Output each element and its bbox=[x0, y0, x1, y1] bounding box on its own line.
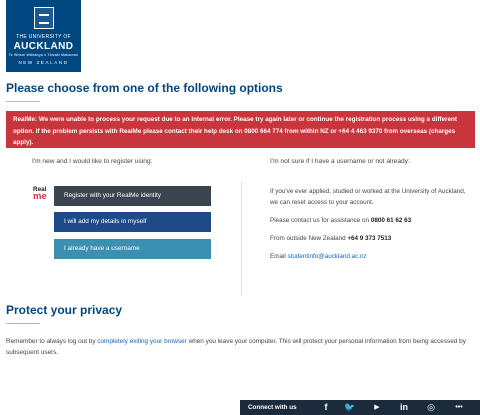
instagram-icon[interactable]: ◎ bbox=[424, 401, 438, 414]
twitter-icon[interactable]: 🐦 bbox=[343, 401, 357, 414]
contact-phone-number: 0800 61 62 63 bbox=[370, 217, 412, 224]
register-manual-button[interactable]: I will add my details in myself bbox=[54, 212, 211, 232]
contact-phone-text: Please contact us for assistance on 0800… bbox=[270, 215, 475, 226]
page-title: Please choose from one of the following … bbox=[6, 81, 283, 95]
column-divider bbox=[241, 181, 242, 296]
email-prefix: Email bbox=[270, 253, 288, 260]
realme-logo-bottom: me bbox=[33, 191, 47, 202]
error-banner: RealMe: We were unable to process your r… bbox=[6, 111, 475, 148]
privacy-text: Remember to always log out by completely… bbox=[6, 336, 476, 358]
realme-logo: Real me bbox=[33, 186, 50, 202]
privacy-heading: Protect your privacy bbox=[6, 303, 123, 317]
youtube-icon[interactable]: ▶ bbox=[370, 401, 384, 414]
footer-bar: Connect with us f 🐦 ▶ in ◎ ••• bbox=[240, 400, 480, 415]
flickr-icon[interactable]: ••• bbox=[452, 401, 466, 414]
exit-browser-link[interactable]: completely exiting your browser bbox=[97, 338, 187, 345]
contact-phone-prefix: Please contact us for assistance on bbox=[270, 217, 371, 224]
overseas-phone-text: From outside New Zealand +64 9 373 7513 bbox=[270, 233, 475, 244]
email-text: Email studentinfo@auckland.ac.nz bbox=[270, 251, 475, 262]
overseas-phone-prefix: From outside New Zealand bbox=[270, 235, 348, 242]
facebook-icon[interactable]: f bbox=[319, 401, 333, 414]
connect-label: Connect with us bbox=[248, 404, 297, 411]
overseas-phone-number: +64 9 373 7513 bbox=[347, 235, 392, 242]
logo-line-1: THE UNIVERSITY OF bbox=[16, 34, 71, 40]
privacy-underline bbox=[6, 323, 40, 324]
crest-icon bbox=[33, 7, 54, 29]
existing-username-button[interactable]: I already have a username bbox=[54, 239, 211, 259]
email-link[interactable]: studentinfo@auckland.ac.nz bbox=[288, 253, 367, 260]
title-underline bbox=[6, 101, 40, 102]
logo-line-3: Te Whare Wānanga o Tāmaki Makaurau bbox=[8, 53, 79, 57]
logo-line-2: AUCKLAND bbox=[13, 41, 74, 52]
logo-line-4: NEW ZEALAND bbox=[18, 60, 69, 65]
reset-access-text: If you've ever applied, studied or worke… bbox=[270, 188, 466, 206]
existing-user-lead-text: I'm not sure if I have a username or not… bbox=[270, 158, 410, 165]
linkedin-icon[interactable]: in bbox=[397, 401, 411, 414]
privacy-text-before: Remember to always log out by bbox=[6, 338, 98, 345]
register-lead-text: I'm new and I would like to register usi… bbox=[32, 158, 153, 165]
register-realme-button[interactable]: Register with your RealMe identity bbox=[54, 186, 211, 206]
university-logo[interactable]: THE UNIVERSITY OF AUCKLAND Te Whare Wāna… bbox=[6, 0, 81, 72]
